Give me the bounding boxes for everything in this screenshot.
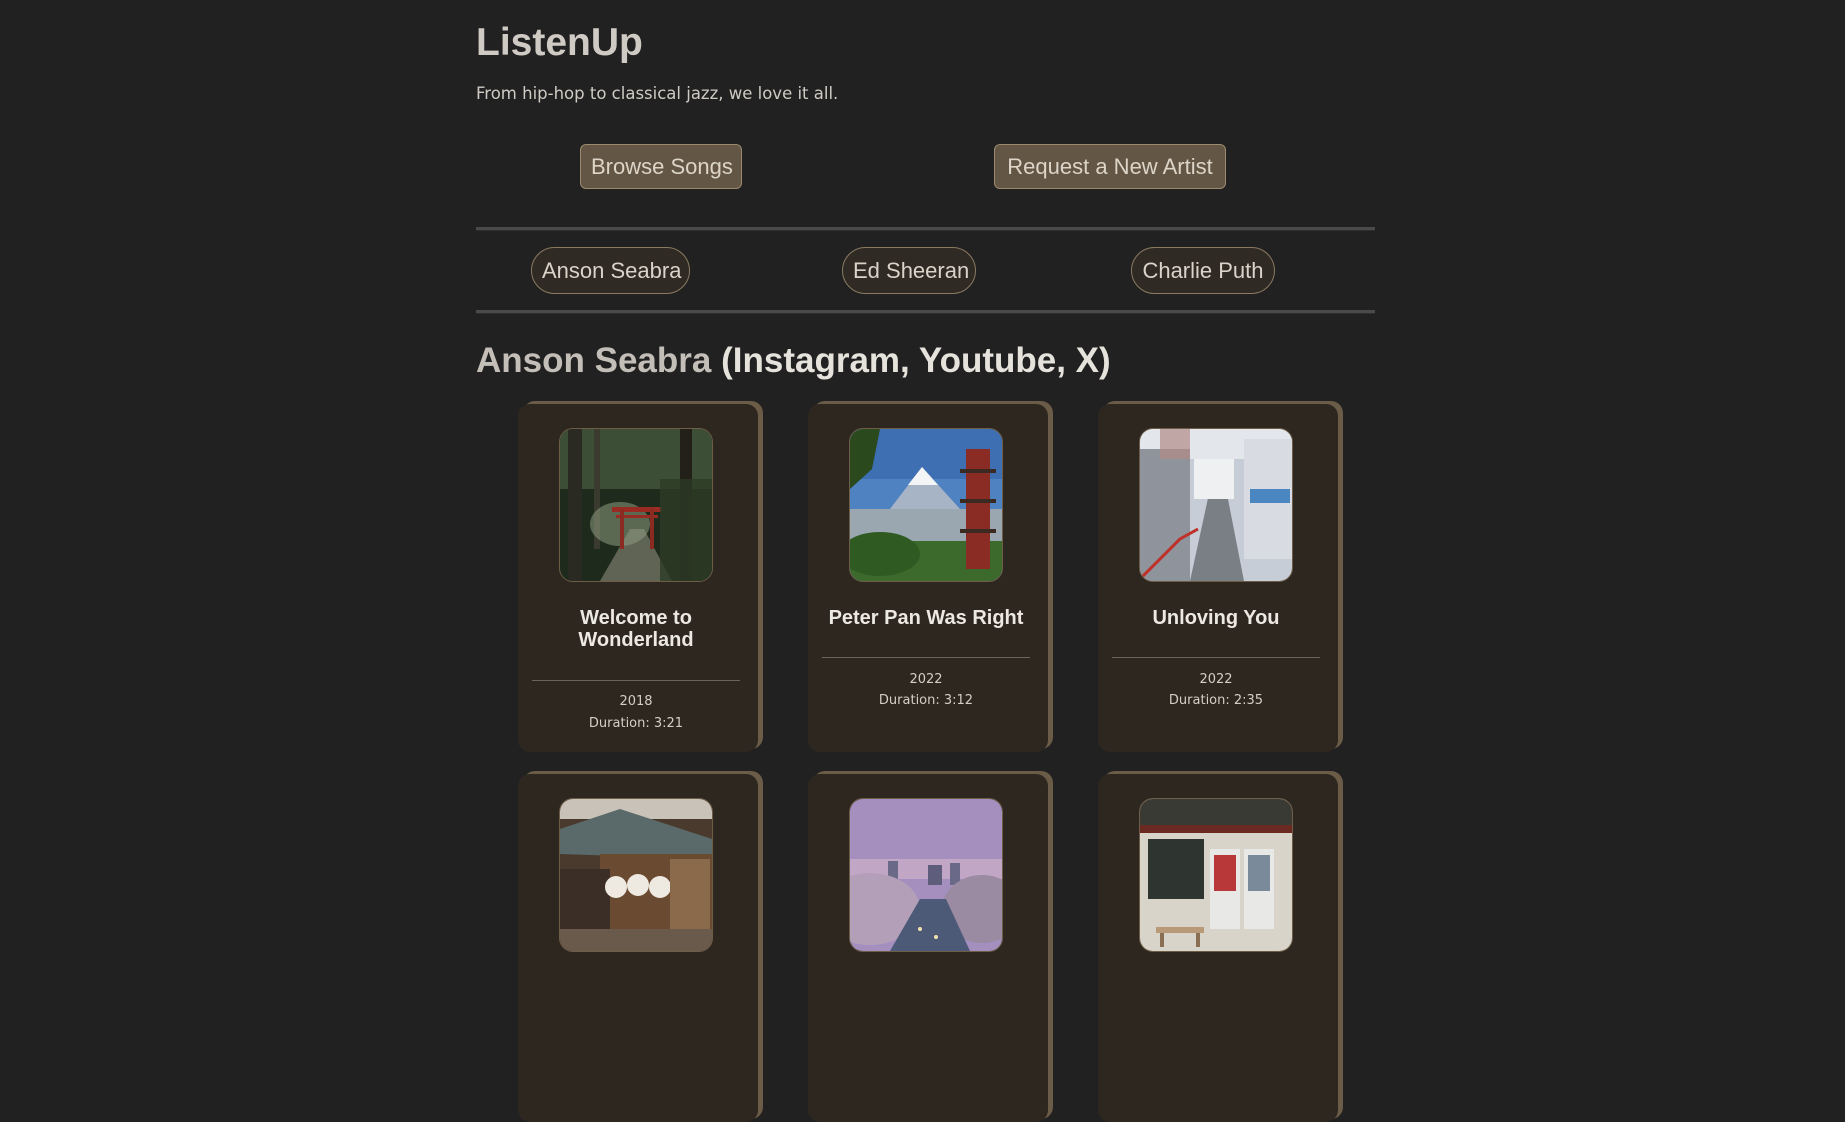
song-duration: Duration: 3:21 bbox=[588, 716, 684, 731]
song-title: Unloving You bbox=[1152, 607, 1280, 629]
song-card[interactable]: Unloving You 2022 Duration: 2:35 bbox=[1098, 404, 1338, 752]
song-card[interactable] bbox=[518, 774, 758, 1122]
song-cover-image bbox=[849, 428, 1003, 582]
main-content: ListenUp From hip-hop to classical jazz,… bbox=[476, 0, 1375, 1122]
action-buttons: Browse Songs Request a New Artist bbox=[476, 144, 1375, 191]
song-duration: Duration: 2:35 bbox=[1168, 693, 1264, 708]
artist-pill-anson-seabra[interactable]: Anson Seabra bbox=[531, 247, 690, 294]
artist-heading: Anson Seabra (Instagram, Youtube, X) bbox=[476, 314, 1375, 381]
artist-nav: Anson Seabra Ed Sheeran Charlie Puth bbox=[476, 231, 1375, 310]
card-divider bbox=[1112, 657, 1320, 658]
song-duration: Duration: 3:12 bbox=[878, 693, 974, 708]
artist-socials: (Instagram, Youtube, X) bbox=[721, 341, 1111, 380]
song-title: Welcome to Wonderland bbox=[578, 607, 694, 651]
site-title: ListenUp bbox=[476, 21, 643, 64]
song-card[interactable] bbox=[808, 774, 1048, 1122]
artist-pill-charlie-puth[interactable]: Charlie Puth bbox=[1131, 247, 1275, 294]
song-card[interactable]: Welcome to Wonderland 2018 Duration: 3:2… bbox=[518, 404, 758, 752]
card-divider bbox=[822, 657, 1030, 658]
song-cover-image bbox=[1139, 428, 1293, 582]
artist-pill-ed-sheeran[interactable]: Ed Sheeran bbox=[842, 247, 976, 294]
song-card[interactable]: Peter Pan Was Right 2022 Duration: 3:12 bbox=[808, 404, 1048, 752]
card-divider bbox=[532, 680, 740, 681]
song-year: 2022 bbox=[1199, 672, 1233, 687]
song-cover-image bbox=[1139, 798, 1293, 952]
browse-songs-button[interactable]: Browse Songs bbox=[580, 144, 742, 189]
request-artist-button[interactable]: Request a New Artist bbox=[994, 144, 1226, 189]
song-title: Peter Pan Was Right bbox=[828, 607, 1024, 629]
song-cover-image bbox=[559, 428, 713, 582]
song-year: 2018 bbox=[619, 694, 653, 709]
song-cover-image bbox=[849, 798, 1003, 952]
song-card[interactable] bbox=[1098, 774, 1338, 1122]
site-tagline: From hip-hop to classical jazz, we love … bbox=[476, 84, 839, 103]
song-cover-image bbox=[559, 798, 713, 952]
artist-name: Anson Seabra bbox=[476, 341, 712, 380]
song-year: 2022 bbox=[909, 672, 943, 687]
